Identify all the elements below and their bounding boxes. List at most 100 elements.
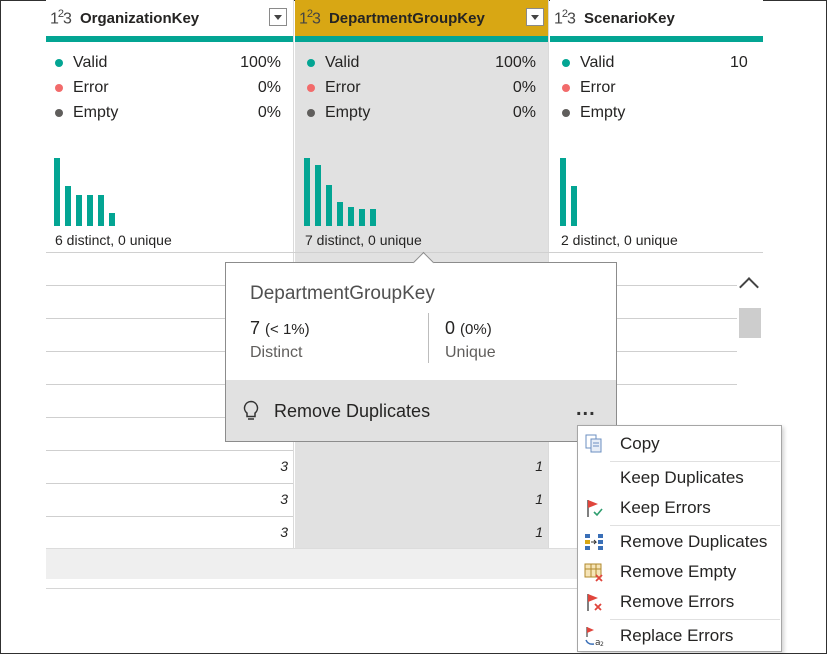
remove-errors-icon (587, 594, 602, 611)
menu-item-label: Replace Errors (620, 626, 734, 645)
histogram-bar[interactable] (560, 158, 566, 226)
table-cell[interactable]: 1 (485, 491, 543, 507)
histogram-bar[interactable] (304, 158, 310, 226)
distinct-summary: 6 distinct, 0 unique (55, 232, 172, 248)
menu-item-copy[interactable]: Copy (578, 430, 781, 458)
value-distribution-histogram[interactable] (560, 130, 660, 226)
scroll-up-icon[interactable] (739, 277, 759, 297)
column-header-label: DepartmentGroupKey (328, 9, 485, 27)
quality-bar (550, 36, 763, 42)
valid-dot-icon (562, 59, 570, 67)
table-cell[interactable]: 1 (485, 524, 543, 540)
more-options-button[interactable]: ... (576, 398, 596, 421)
popup-title: DepartmentGroupKey (250, 283, 435, 304)
quality-empty-pct: 0% (257, 104, 281, 121)
whole-number-type-icon[interactable]: 123 (554, 8, 576, 28)
menu-separator (610, 525, 780, 526)
table-cell[interactable]: 3 (230, 458, 288, 474)
menu-separator (610, 619, 780, 620)
profile-divider (46, 252, 763, 253)
quality-error-pct: 0% (512, 79, 536, 96)
row-divider (46, 450, 293, 451)
menu-item-label: Remove Empty (620, 562, 737, 581)
quality-error: Error (562, 79, 616, 97)
quality-valid: Valid (307, 54, 359, 72)
histogram-bar[interactable] (315, 165, 321, 226)
column-distribution-popup: DepartmentGroupKey 7 (< 1%) Distinct 0 (… (225, 251, 617, 442)
table-cell[interactable]: 1 (485, 458, 543, 474)
histogram-bar[interactable] (65, 186, 71, 226)
valid-dot-icon (307, 59, 315, 67)
value-distribution-histogram[interactable] (304, 130, 404, 226)
quality-valid-pct: 100% (495, 54, 536, 71)
column-header-label: OrganizationKey (79, 9, 200, 27)
menu-item-label: Keep Errors (620, 498, 711, 517)
menu-item-keep-duplicates[interactable]: Keep Duplicates (578, 464, 781, 492)
filter-dropdown-icon[interactable] (269, 8, 287, 26)
svg-text:2: 2 (600, 641, 604, 647)
menu-item-keep-errors[interactable]: Keep Errors (578, 494, 781, 522)
quality-error: Error (307, 79, 361, 97)
histogram-bar[interactable] (571, 186, 577, 226)
whole-number-type-icon[interactable]: 123 (50, 8, 72, 28)
menu-item-label: Remove Duplicates (620, 532, 768, 551)
histogram-bar[interactable] (98, 195, 104, 226)
empty-dot-icon (55, 109, 63, 117)
column-header-scenariokey[interactable]: 123 ScenarioKey (550, 0, 763, 36)
menu-item-label: Copy (620, 434, 660, 453)
quality-valid: Valid (55, 54, 107, 72)
lightbulb-icon (243, 400, 259, 420)
unique-value: 0 (0%) (445, 318, 492, 338)
menu-item-remove-empty[interactable]: Remove Empty (578, 558, 781, 586)
remove-empty-icon (584, 563, 603, 582)
quality-empty: Empty (55, 104, 118, 122)
table-cell[interactable]: 3 (230, 524, 288, 540)
menu-item-replace-errors[interactable]: a 2 Replace Errors (578, 622, 781, 650)
quality-valid-pct: 100% (240, 54, 281, 71)
unique-label: Unique (445, 344, 496, 361)
quality-empty: Empty (562, 104, 625, 122)
histogram-bar[interactable] (87, 195, 93, 226)
value-distribution-histogram[interactable] (54, 130, 154, 226)
whole-number-type-icon[interactable]: 123 (299, 8, 321, 28)
menu-item-label: Keep Duplicates (620, 468, 744, 487)
quality-error-pct: 0% (257, 79, 281, 96)
histogram-bar[interactable] (337, 202, 343, 226)
distinct-value: 7 (< 1%) (250, 318, 310, 338)
histogram-bar[interactable] (76, 195, 82, 226)
menu-separator (610, 461, 780, 462)
histogram-bar[interactable] (359, 209, 365, 226)
remove-duplicates-suggestion[interactable]: Remove Duplicates ... (226, 380, 616, 441)
column-header-departmentgroupkey[interactable]: 123 DepartmentGroupKey (295, 0, 548, 36)
quality-error: Error (55, 79, 109, 97)
menu-item-label: Remove Errors (620, 592, 735, 611)
histogram-bar[interactable] (326, 185, 332, 226)
scrollbar-thumb[interactable] (739, 308, 761, 338)
histogram-bar[interactable] (109, 213, 115, 226)
filter-dropdown-icon[interactable] (526, 8, 544, 26)
valid-dot-icon (55, 59, 63, 67)
quality-valid-pct: 10 (730, 54, 748, 71)
quality-bar (46, 36, 293, 42)
quality-empty-pct: 0% (512, 104, 536, 121)
menu-item-remove-duplicates[interactable]: Remove Duplicates (578, 528, 781, 556)
quality-empty: Empty (307, 104, 370, 122)
remove-duplicates-icon (585, 534, 603, 550)
error-dot-icon (562, 84, 570, 92)
menu-item-remove-errors[interactable]: Remove Errors (578, 588, 781, 616)
distinct-label: Distinct (250, 344, 303, 361)
popup-divider (428, 313, 429, 363)
histogram-bar[interactable] (54, 158, 60, 226)
remove-duplicates-label: Remove Duplicates (274, 401, 431, 421)
distinct-summary: 2 distinct, 0 unique (561, 232, 678, 248)
context-menu: Copy Keep Duplicates Keep Errors Remove … (577, 425, 782, 652)
replace-errors-icon: a 2 (585, 627, 604, 647)
histogram-bar[interactable] (348, 207, 354, 226)
row-divider (46, 516, 293, 517)
quality-bar (295, 36, 548, 42)
column-header-organizationkey[interactable]: 123 OrganizationKey (46, 0, 291, 36)
histogram-bar[interactable] (370, 209, 376, 226)
empty-dot-icon (562, 109, 570, 117)
row-divider (46, 483, 293, 484)
table-cell[interactable]: 3 (230, 491, 288, 507)
